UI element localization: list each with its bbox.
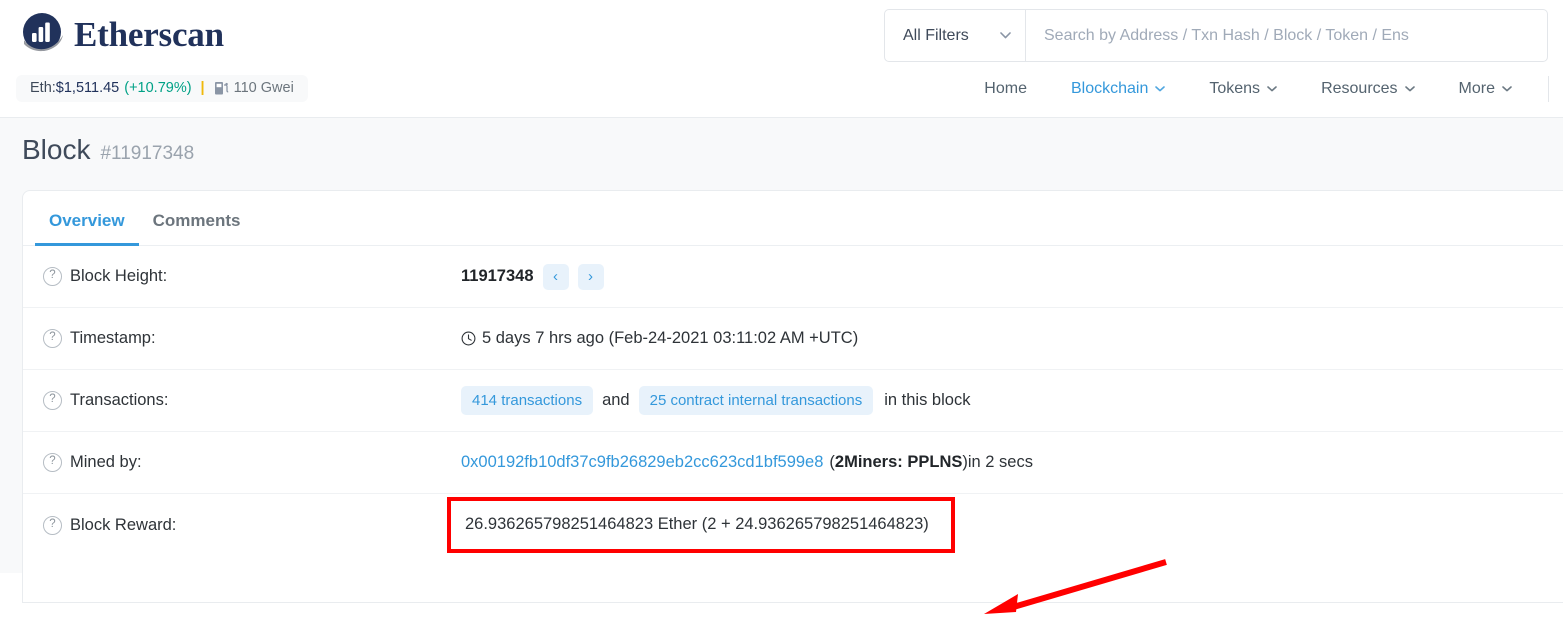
chevron-down-icon bbox=[1000, 30, 1011, 42]
nav-item-blockchain[interactable]: Blockchain bbox=[1049, 74, 1187, 104]
chevron-down-icon bbox=[1155, 84, 1166, 95]
previous-block-button[interactable]: ‹ bbox=[542, 263, 569, 290]
eth-price-change: (+10.79%) bbox=[124, 80, 192, 96]
tab-label: Comments bbox=[152, 211, 241, 230]
etherscan-logo[interactable]: Etherscan bbox=[20, 11, 224, 57]
nav-divider bbox=[1548, 76, 1549, 102]
chevron-down-icon bbox=[1502, 84, 1512, 95]
row-label-mined-by: ? Mined by: bbox=[43, 453, 461, 472]
row-label-timestamp: ? Timestamp: bbox=[43, 329, 461, 348]
help-icon[interactable]: ? bbox=[43, 329, 62, 348]
row-label-block-height: ? Block Height: bbox=[43, 267, 461, 286]
block-height-value: 11917348 bbox=[461, 267, 534, 285]
transactions-trailing-text: in this block bbox=[884, 391, 971, 409]
search-filter-label: All Filters bbox=[903, 26, 969, 44]
row-timestamp: ? Timestamp: 5 days 7 hrs ago (Feb-24-20… bbox=[23, 308, 1563, 370]
overview-rows: ? Block Height: 11917348 ‹ › ? Timestamp… bbox=[23, 246, 1563, 556]
nav-item-more[interactable]: More bbox=[1437, 74, 1534, 104]
page-title-block-number: #11917348 bbox=[100, 143, 195, 164]
search-bar: All Filters bbox=[884, 9, 1548, 62]
page-title: Block #11917348 bbox=[22, 134, 194, 166]
timestamp-value: 5 days 7 hrs ago (Feb-24-2021 03:11:02 A… bbox=[482, 329, 859, 347]
miner-address-link[interactable]: 0x00192fb10df37c9fb26829eb2cc623cd1bf599… bbox=[461, 453, 823, 472]
nav-item-label: Tokens bbox=[1209, 80, 1261, 97]
row-value-mined-by: 0x00192fb10df37c9fb26829eb2cc623cd1bf599… bbox=[461, 453, 1563, 472]
nav-item-home[interactable]: Home bbox=[962, 74, 1049, 104]
eth-price-ticker[interactable]: Eth: $1,511.45 (+10.79%) | 110 Gwei bbox=[16, 75, 308, 102]
row-mined-by: ? Mined by: 0x00192fb10df37c9fb26829eb2c… bbox=[23, 432, 1563, 494]
row-label-transactions: ? Transactions: bbox=[43, 391, 461, 410]
nav-item-label: Home bbox=[984, 80, 1027, 97]
search-input[interactable] bbox=[1026, 10, 1547, 61]
help-icon[interactable]: ? bbox=[43, 267, 62, 286]
row-value-block-reward: 26.936265798251464823 Ether (2 + 24.9362… bbox=[447, 497, 1563, 553]
next-block-button[interactable]: › bbox=[577, 263, 604, 290]
help-icon[interactable]: ? bbox=[43, 515, 62, 535]
eth-price-label: Eth: bbox=[30, 80, 56, 96]
site-header: Etherscan Eth: $1,511.45 (+10.79%) | 110… bbox=[0, 0, 1563, 118]
help-icon[interactable]: ? bbox=[43, 391, 62, 410]
nav-item-label: More bbox=[1458, 80, 1495, 97]
clock-icon bbox=[461, 331, 476, 346]
row-label-text: Block Height: bbox=[70, 267, 168, 285]
gas-price-value: 110 Gwei bbox=[233, 80, 294, 96]
tab-label: Overview bbox=[49, 211, 125, 230]
internal-transactions-count-link[interactable]: 25 contract internal transactions bbox=[638, 385, 874, 416]
page-title-main: Block bbox=[22, 134, 91, 165]
row-value-transactions: 414 transactions and 25 contract interna… bbox=[461, 385, 1563, 416]
nav-item-resources[interactable]: Resources bbox=[1299, 74, 1436, 104]
chevron-down-icon bbox=[1404, 84, 1415, 95]
ticker-separator: | bbox=[200, 80, 205, 96]
row-label-text: Mined by: bbox=[70, 453, 142, 471]
nav-item-label: Blockchain bbox=[1070, 80, 1149, 97]
tab-bar: Overview Comments bbox=[23, 191, 1563, 246]
row-transactions: ? Transactions: 414 transactions and 25 … bbox=[23, 370, 1563, 432]
nav-item-label: Resources bbox=[1321, 80, 1398, 97]
etherscan-wordmark: Etherscan bbox=[74, 14, 224, 54]
main-navigation: Home Blockchain Tokens Resources More bbox=[962, 74, 1549, 104]
mined-duration: in 2 secs bbox=[967, 453, 1033, 471]
help-icon[interactable]: ? bbox=[43, 453, 62, 472]
row-block-reward: ? Block Reward: 26.936265798251464823 Et… bbox=[23, 494, 1563, 556]
transactions-count-link[interactable]: 414 transactions bbox=[461, 385, 594, 416]
chevron-down-icon bbox=[1267, 84, 1277, 95]
block-reward-value: 26.936265798251464823 Ether (2 + 24.9362… bbox=[447, 497, 955, 553]
row-label-text: Block Reward: bbox=[70, 515, 177, 534]
page-body: Block #11917348 Overview Comments ? Bloc… bbox=[0, 118, 1563, 614]
tab-comments[interactable]: Comments bbox=[139, 211, 255, 245]
nav-item-tokens[interactable]: Tokens bbox=[1187, 74, 1299, 104]
tab-overview[interactable]: Overview bbox=[35, 211, 139, 246]
search-filter-dropdown[interactable]: All Filters bbox=[885, 10, 1026, 61]
row-value-timestamp: 5 days 7 hrs ago (Feb-24-2021 03:11:02 A… bbox=[461, 329, 1563, 348]
row-block-height: ? Block Height: 11917348 ‹ › bbox=[23, 246, 1563, 308]
gas-pump-icon bbox=[214, 80, 229, 96]
row-label-text: Timestamp: bbox=[70, 329, 156, 347]
transactions-conjunction: and bbox=[602, 391, 630, 409]
row-value-block-height: 11917348 ‹ › bbox=[461, 263, 1563, 290]
eth-price-value: $1,511.45 bbox=[55, 80, 120, 96]
row-label-text: Transactions: bbox=[70, 391, 169, 409]
etherscan-logo-icon bbox=[20, 11, 66, 57]
block-details-card: Overview Comments ? Block Height: 119173… bbox=[22, 190, 1563, 603]
miner-name-link[interactable]: 2Miners: PPLNS bbox=[835, 453, 962, 472]
row-label-block-reward: ? Block Reward: bbox=[43, 515, 461, 535]
